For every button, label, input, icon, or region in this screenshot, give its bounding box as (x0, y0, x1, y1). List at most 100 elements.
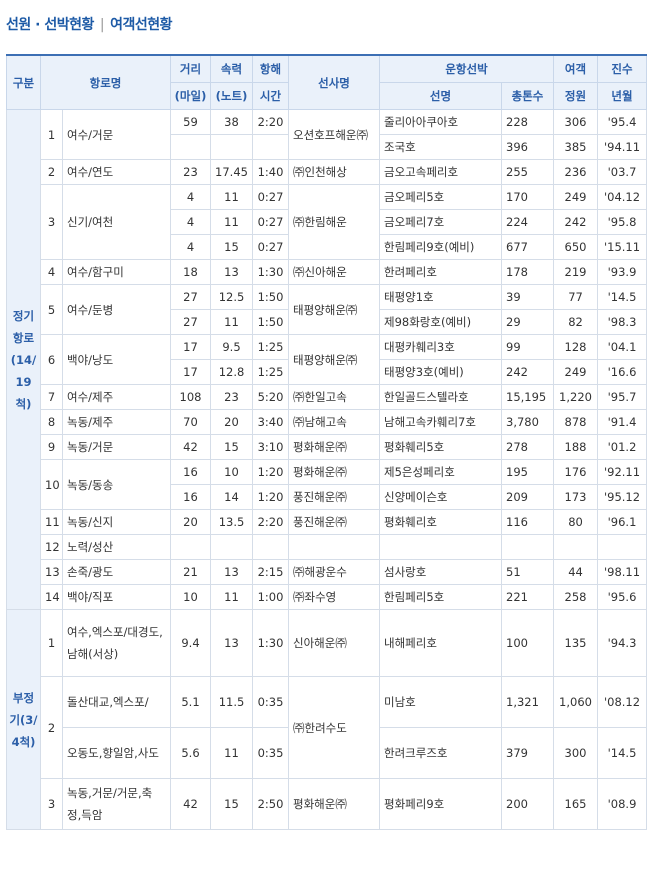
tonnage: 3,780 (500, 409, 555, 435)
duration: 2:20 (252, 509, 289, 535)
launch: '16.6 (597, 359, 648, 385)
ship-name: 섬사랑호 (379, 559, 502, 585)
route-name: 여수/둔병 (62, 284, 171, 335)
duration: 1:25 (252, 359, 289, 385)
launch: '03.7 (597, 159, 648, 185)
launch: '95.4 (597, 109, 648, 135)
company: 풍진해운㈜ (288, 509, 380, 535)
tonnage: 195 (500, 459, 555, 485)
table-row: 4 여수/함구미 18 13 1:30 ㈜신아해운 한려페리호 178 219 … (7, 259, 648, 285)
route-name: 돌산대교,엑스포/ (62, 676, 171, 728)
tonnage (500, 534, 555, 560)
tonnage: 228 (500, 109, 555, 135)
tonnage: 396 (500, 134, 555, 160)
ship-name: 한일골드스텔라호 (379, 384, 502, 410)
route-name: 백야/직포 (62, 584, 171, 610)
company: ㈜남해고속 (288, 409, 380, 435)
table-header: 구분 항로명 거리 속력 항해 선사명 운항선박 여객 진수 (마일) (노트)… (6, 54, 648, 110)
launch: '98.3 (597, 309, 648, 335)
distance: 70 (170, 409, 211, 435)
route-name: 손죽/광도 (62, 559, 171, 585)
title-separator: | (99, 17, 105, 33)
distance (170, 534, 211, 560)
company: ㈜한림해운 (288, 184, 380, 260)
capacity: 44 (553, 559, 599, 585)
route-no: 6 (40, 334, 63, 385)
distance: 17 (170, 334, 211, 360)
tonnage: 255 (500, 159, 555, 185)
speed: 23 (210, 384, 253, 410)
capacity: 249 (553, 359, 599, 385)
launch: '96.1 (597, 509, 648, 535)
capacity: 135 (553, 609, 599, 677)
table-row: 5 여수/둔병 27 12.5 1:50 태평양해운㈜ 태평양1호 39 77 … (7, 284, 648, 335)
table-row: 12 노력/성산 (7, 534, 648, 560)
duration: 0:27 (252, 234, 289, 260)
capacity: 80 (553, 509, 599, 535)
company: ㈜한일고속 (288, 384, 380, 410)
category-irregular: 부정기(3/4척) (6, 609, 41, 830)
distance: 108 (170, 384, 211, 410)
route-name: 녹동/동송 (62, 459, 171, 510)
speed: 12.8 (210, 359, 253, 385)
launch: '93.9 (597, 259, 648, 285)
launch: '14.5 (597, 284, 648, 310)
route-no: 13 (40, 559, 63, 585)
speed: 11.5 (210, 676, 253, 728)
capacity: 77 (553, 284, 599, 310)
capacity: 306 (553, 109, 599, 135)
capacity: 173 (553, 484, 599, 510)
company: 신아해운㈜ (288, 609, 380, 677)
header-launch-unit: 년월 (597, 82, 648, 110)
capacity: 176 (553, 459, 599, 485)
capacity: 242 (553, 209, 599, 235)
capacity: 82 (553, 309, 599, 335)
tonnage: 178 (500, 259, 555, 285)
duration: 1:30 (252, 609, 289, 677)
speed: 11 (210, 209, 253, 235)
distance: 10 (170, 584, 211, 610)
speed: 15 (210, 434, 253, 460)
table-row: 2 여수/연도 23 17.45 1:40 ㈜인천해상 금오고속페리호 255 … (7, 159, 648, 185)
speed: 11 (210, 309, 253, 335)
duration: 1:20 (252, 484, 289, 510)
tonnage: 100 (500, 609, 555, 677)
duration: 3:10 (252, 434, 289, 460)
header-launch: 진수 (597, 54, 648, 83)
ship-name: 평화훼리호 (379, 509, 502, 535)
header-speed-unit: (노트) (210, 82, 253, 110)
capacity: 650 (553, 234, 599, 260)
launch (597, 534, 648, 560)
header-operating-ships: 운항선박 (378, 54, 555, 83)
company: ㈜좌수영 (288, 584, 380, 610)
header-route-name: 항로명 (40, 54, 171, 110)
launch: '95.6 (597, 584, 648, 610)
route-name: 여수/연도 (62, 159, 171, 185)
table-row: 11 녹동/신지 20 13.5 2:20 풍진해운㈜ 평화훼리호 116 80… (7, 509, 648, 535)
duration: 1:40 (252, 159, 289, 185)
ship-name (379, 534, 502, 560)
speed: 12.5 (210, 284, 253, 310)
ship-name: 제5은성페리호 (379, 459, 502, 485)
table-row: 10 녹동/동송 16 10 1:20 평화해운㈜ 제5은성페리호 195 17… (7, 459, 648, 510)
speed: 13 (210, 259, 253, 285)
route-no: 12 (40, 534, 63, 560)
tonnage: 224 (500, 209, 555, 235)
distance: 17 (170, 359, 211, 385)
speed: 17.45 (210, 159, 253, 185)
table-row: 3 신기/여천 4 11 0:27 ㈜한림해운 금오페리5호 170 249 '… (7, 184, 648, 260)
ship-name: 한림페리5호 (379, 584, 502, 610)
ship-name: 태평양3호(예비) (379, 359, 502, 385)
duration (252, 534, 289, 560)
distance: 18 (170, 259, 211, 285)
duration: 0:35 (252, 727, 289, 779)
launch: '14.5 (597, 727, 648, 779)
tonnage: 15,195 (500, 384, 555, 410)
ship-name: 금오고속페리호 (379, 159, 502, 185)
title-part1: 선원 · 선박현황 (6, 17, 94, 33)
speed: 10 (210, 459, 253, 485)
company: 태평양해운㈜ (288, 284, 380, 335)
speed: 20 (210, 409, 253, 435)
duration: 0:35 (252, 676, 289, 728)
distance (170, 134, 211, 160)
